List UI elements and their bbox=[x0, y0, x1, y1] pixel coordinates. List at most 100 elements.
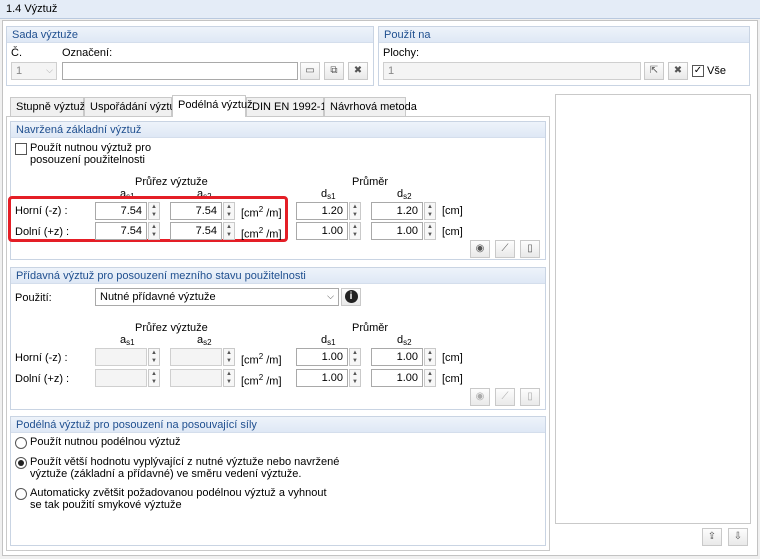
unit-cm: [cm bbox=[241, 207, 259, 220]
additional-bottom-len-unit: [cm] bbox=[442, 373, 463, 385]
additional-diameter-label: Průměr bbox=[352, 322, 389, 334]
tab-din-en-1992[interactable]: DIN EN 1992-1-1 bbox=[246, 97, 336, 116]
shear-option-2-label: Použít větší hodnotu vyplývající z nutné… bbox=[30, 456, 340, 480]
book-icon[interactable]: ▯ bbox=[520, 240, 540, 258]
basic-bottom-ds1-input[interactable]: 1.00 bbox=[296, 222, 348, 240]
basic-top-label: Horní (-z) : bbox=[15, 205, 68, 217]
additional-bottom-ds1-input[interactable]: 1.00 bbox=[296, 369, 348, 387]
additional-top-area-unit: [cm2 /m] bbox=[241, 352, 282, 367]
window-title: 1.4 Výztuž bbox=[0, 0, 760, 19]
unit-per-m: /m] bbox=[263, 375, 282, 388]
surfaces-input[interactable]: 1 bbox=[383, 62, 641, 80]
basic-bottom-ds2-input[interactable]: 1.00 bbox=[371, 222, 423, 240]
additional-bottom-area-unit: [cm2 /m] bbox=[241, 373, 282, 388]
tab-longitudinal-reinforcement[interactable]: Podélná výztuž bbox=[172, 95, 253, 117]
additional-use-label: Použití: bbox=[15, 292, 52, 304]
additional-top-ds1-input[interactable]: 1.00 bbox=[296, 348, 348, 366]
basic-bottom-ds1-spinner[interactable]: ▲ ▼ bbox=[349, 222, 361, 240]
use-required-label: Použít nutnou výztuž pro posouzení použi… bbox=[30, 142, 152, 166]
basic-bottom-label: Dolní (+z) : bbox=[15, 226, 70, 238]
additional-use-value: Nutné přídavné výztuže bbox=[100, 291, 216, 303]
additional-use-select[interactable]: Nutné přídavné výztuže ⌵ bbox=[95, 288, 339, 306]
additional-top-ds2-input[interactable]: 1.00 bbox=[371, 348, 423, 366]
shear-option-3-radio[interactable] bbox=[15, 488, 27, 500]
basic-top-as1-spinner[interactable]: ▲ ▼ bbox=[148, 202, 160, 220]
additional-top-as1-spinner[interactable]: ▲ ▼ bbox=[148, 348, 160, 366]
additional-top-label: Horní (-z) : bbox=[15, 352, 68, 364]
basic-top-as2-input[interactable]: 7.54 bbox=[170, 202, 222, 220]
additional-bottom-label: Dolní (+z) : bbox=[15, 373, 70, 385]
shear-option-1-radio[interactable] bbox=[15, 437, 27, 449]
shear-option-1-label: Použít nutnou podélnou výztuž bbox=[30, 436, 181, 448]
tab-reinforcement-grades[interactable]: Stupně výztuže bbox=[10, 97, 91, 116]
import-icon[interactable]: ⇩ bbox=[728, 528, 748, 546]
add-as1-sub: s1 bbox=[126, 338, 135, 347]
book-icon[interactable]: ▯ bbox=[520, 388, 540, 406]
additional-ds1-header: ds1 bbox=[321, 334, 336, 347]
basic-top-ds2-spinner[interactable]: ▲ ▼ bbox=[424, 202, 436, 220]
unit-per-m: /m] bbox=[263, 354, 282, 367]
basic-top-ds2-input[interactable]: 1.20 bbox=[371, 202, 423, 220]
additional-bottom-ds2-spinner[interactable]: ▲ ▼ bbox=[424, 369, 436, 387]
clear-surface-icon[interactable]: ✖ bbox=[668, 62, 688, 80]
copy-set-icon[interactable]: ⧉ bbox=[324, 62, 344, 80]
rebar-icon[interactable]: ⟋ bbox=[495, 388, 515, 406]
additional-as2-header: as2 bbox=[197, 334, 212, 347]
additional-top-ds1-spinner[interactable]: ▲ ▼ bbox=[349, 348, 361, 366]
additional-ds2-header: ds2 bbox=[397, 334, 412, 347]
rebar-icon[interactable]: ⟋ bbox=[495, 240, 515, 258]
unit-per-m: /m] bbox=[263, 228, 282, 241]
tab-reinforcement-layout[interactable]: Uspořádání výztuže bbox=[84, 97, 187, 116]
use-on-header: Použít na bbox=[379, 27, 749, 43]
eye-icon[interactable]: ◉ bbox=[470, 388, 490, 406]
shear-option-3-label: Automaticky zvětšit požadovanou podélnou… bbox=[30, 487, 327, 511]
add-ds2-sub: s2 bbox=[403, 338, 412, 347]
basic-bottom-as1-spinner[interactable]: ▲ ▼ bbox=[148, 222, 160, 240]
basic-ds1-header: ds1 bbox=[321, 188, 336, 201]
all-label: Vše bbox=[707, 65, 726, 77]
basic-top-ds1-spinner[interactable]: ▲ ▼ bbox=[349, 202, 361, 220]
basic-top-ds1-input[interactable]: 1.20 bbox=[296, 202, 348, 220]
additional-top-ds2-spinner[interactable]: ▲ ▼ bbox=[424, 348, 436, 366]
delete-set-icon[interactable]: ✖ bbox=[348, 62, 368, 80]
additional-bottom-ds1-spinner[interactable]: ▲ ▼ bbox=[349, 369, 361, 387]
unit-per-m: /m] bbox=[263, 207, 282, 220]
basic-top-as1-input[interactable]: 7.54 bbox=[95, 202, 147, 220]
chevron-down-icon: ⌵ bbox=[46, 65, 53, 75]
tab-design-method[interactable]: Návrhová metoda bbox=[324, 97, 417, 116]
eye-icon[interactable]: ◉ bbox=[470, 240, 490, 258]
reinforcement-set-header: Sada výztuže bbox=[7, 27, 373, 43]
additional-reinforcement-header: Přídavná výztuž pro posouzení mezního st… bbox=[11, 268, 545, 284]
additional-bottom-as1-spinner[interactable]: ▲ ▼ bbox=[148, 369, 160, 387]
basic-bottom-ds2-spinner[interactable]: ▲ ▼ bbox=[424, 222, 436, 240]
basic-top-as2-spinner[interactable]: ▲ ▼ bbox=[223, 202, 235, 220]
basic-cross-section-label: Průřez výztuže bbox=[135, 176, 208, 188]
additional-top-as2-input[interactable] bbox=[170, 348, 222, 366]
additional-top-as2-spinner[interactable]: ▲ ▼ bbox=[223, 348, 235, 366]
additional-bottom-ds2-input[interactable]: 1.00 bbox=[371, 369, 423, 387]
basic-bottom-as1-input[interactable]: 7.54 bbox=[95, 222, 147, 240]
basic-bottom-area-unit: [cm2 /m] bbox=[241, 226, 282, 241]
surfaces-label: Plochy: bbox=[383, 47, 420, 59]
basic-bottom-as2-spinner[interactable]: ▲ ▼ bbox=[223, 222, 235, 240]
additional-bottom-as1-input[interactable] bbox=[95, 369, 147, 387]
additional-cross-section-label: Průřez výztuže bbox=[135, 322, 208, 334]
export-icon[interactable]: ⇪ bbox=[702, 528, 722, 546]
all-checkbox[interactable]: ✓ bbox=[692, 65, 704, 77]
shear-reinforcement-header: Podélná výztuž pro posouzení na posouvaj… bbox=[11, 417, 545, 433]
add-as2-sub: s2 bbox=[203, 338, 212, 347]
unit-cm: [cm bbox=[241, 228, 259, 241]
basic-bottom-as2-input[interactable]: 7.54 bbox=[170, 222, 222, 240]
additional-bottom-as2-input[interactable] bbox=[170, 369, 222, 387]
new-set-icon[interactable]: ▭ bbox=[300, 62, 320, 80]
shear-option-2-radio[interactable] bbox=[15, 457, 27, 469]
set-name-input[interactable] bbox=[62, 62, 298, 80]
additional-bottom-as2-spinner[interactable]: ▲ ▼ bbox=[223, 369, 235, 387]
use-required-checkbox[interactable] bbox=[15, 143, 27, 155]
pick-surface-icon[interactable]: ⇱ bbox=[644, 62, 664, 80]
additional-top-len-unit: [cm] bbox=[442, 352, 463, 364]
set-no-label: Č. bbox=[11, 47, 22, 59]
info-icon[interactable]: i bbox=[341, 288, 361, 306]
additional-top-as1-input[interactable] bbox=[95, 348, 147, 366]
set-no-select[interactable]: 1 ⌵ bbox=[11, 62, 57, 80]
